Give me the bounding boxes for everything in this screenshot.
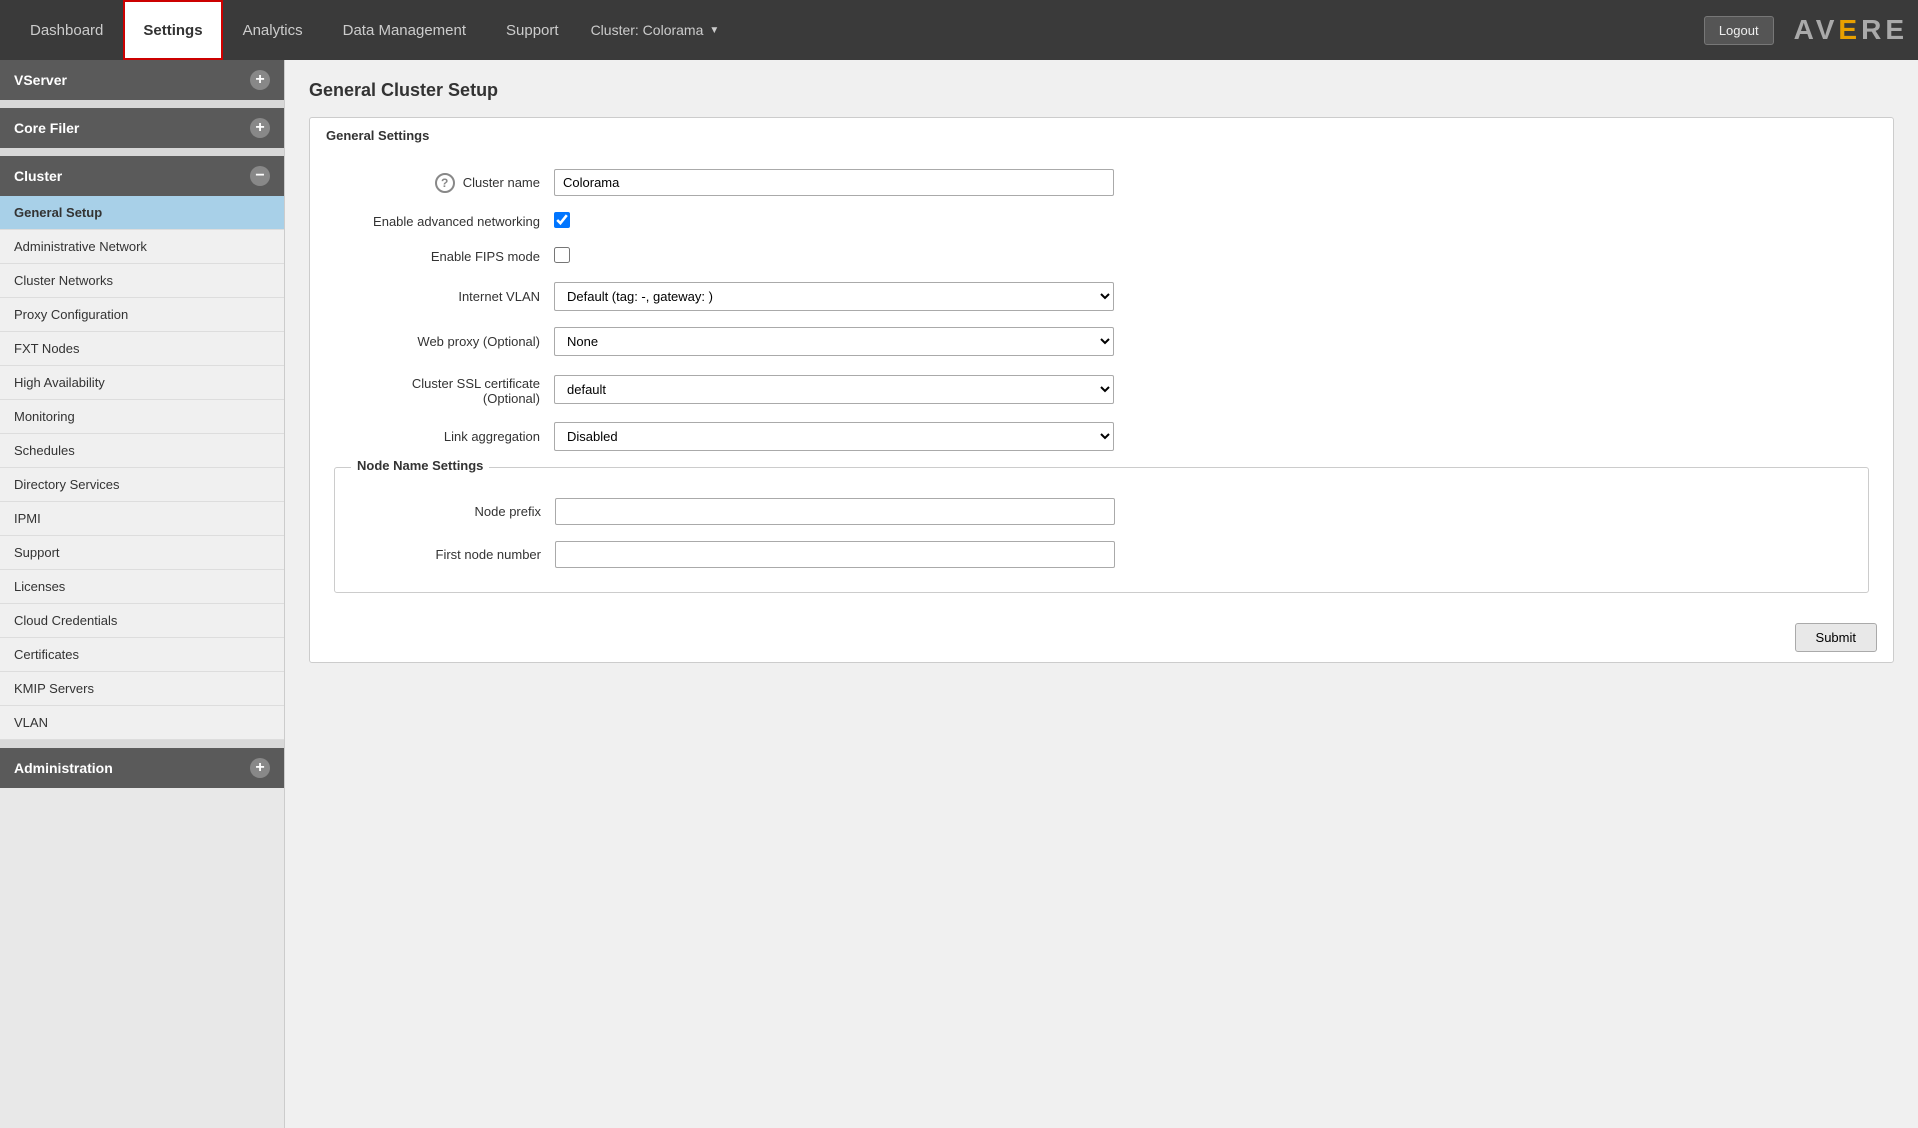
first-node-number-row: First node number — [335, 541, 1868, 568]
vserver-spacer — [0, 100, 284, 108]
link-aggregation-control: Disabled — [554, 422, 1869, 451]
sidebar-item-administrative-network[interactable]: Administrative Network — [0, 230, 284, 264]
enable-fips-mode-row: Enable FIPS mode — [334, 247, 1869, 266]
submit-button[interactable]: Submit — [1795, 623, 1877, 652]
internet-vlan-control: Default (tag: -, gateway: ) — [554, 282, 1869, 311]
sidebar-section-vserver-label: VServer — [14, 72, 67, 88]
cluster-ssl-select[interactable]: default — [554, 375, 1114, 404]
web-proxy-row: Web proxy (Optional) None — [334, 327, 1869, 356]
web-proxy-label: Web proxy (Optional) — [334, 334, 554, 349]
web-proxy-control: None — [554, 327, 1869, 356]
sidebar-item-kmip-servers[interactable]: KMIP Servers — [0, 672, 284, 706]
link-aggregation-label: Link aggregation — [334, 429, 554, 444]
internet-vlan-select[interactable]: Default (tag: -, gateway: ) — [554, 282, 1114, 311]
tab-support[interactable]: Support — [486, 0, 579, 60]
sidebar-item-proxy-configuration[interactable]: Proxy Configuration — [0, 298, 284, 332]
general-settings-panel: General Settings ? Cluster name Enable a… — [309, 117, 1894, 663]
cluster-name-input[interactable] — [554, 169, 1114, 196]
topbar-nav: Dashboard Settings Analytics Data Manage… — [10, 0, 1704, 60]
sidebar-item-ipmi[interactable]: IPMI — [0, 502, 284, 536]
link-aggregation-row: Link aggregation Disabled — [334, 422, 1869, 451]
tab-data-management[interactable]: Data Management — [323, 0, 486, 60]
vserver-expand-icon[interactable]: + — [250, 70, 270, 90]
topbar: Dashboard Settings Analytics Data Manage… — [0, 0, 1918, 60]
web-proxy-select[interactable]: None — [554, 327, 1114, 356]
general-settings-body: ? Cluster name Enable advanced networkin… — [310, 153, 1893, 613]
submit-row: Submit — [310, 613, 1893, 662]
logout-button[interactable]: Logout — [1704, 16, 1774, 45]
sidebar-section-cluster-label: Cluster — [14, 168, 62, 184]
logo-av: AV — [1794, 14, 1839, 46]
tab-dashboard[interactable]: Dashboard — [10, 0, 123, 60]
sidebar-item-schedules[interactable]: Schedules — [0, 434, 284, 468]
sidebar-section-core-filer-label: Core Filer — [14, 120, 79, 136]
cluster-name-row: ? Cluster name — [334, 169, 1869, 196]
tab-analytics[interactable]: Analytics — [223, 0, 323, 60]
cluster-name-control — [554, 169, 1869, 196]
cluster-collapse-icon[interactable]: − — [250, 166, 270, 186]
sidebar-item-licenses[interactable]: Licenses — [0, 570, 284, 604]
cluster-selector-label: Cluster: Colorama — [591, 22, 704, 38]
cluster-name-label: Cluster name — [463, 175, 540, 190]
node-name-section: Node Name Settings Node prefix First nod… — [334, 467, 1869, 593]
cluster-dropdown-arrow: ▼ — [709, 25, 719, 36]
cluster-ssl-control: default — [554, 375, 1869, 404]
enable-fips-mode-checkbox[interactable] — [554, 247, 570, 263]
sidebar-item-support[interactable]: Support — [0, 536, 284, 570]
logo-re: RE — [1861, 14, 1908, 46]
first-node-number-label: First node number — [335, 547, 555, 562]
sidebar-item-cloud-credentials[interactable]: Cloud Credentials — [0, 604, 284, 638]
sidebar-item-certificates[interactable]: Certificates — [0, 638, 284, 672]
enable-advanced-networking-checkbox[interactable] — [554, 212, 570, 228]
core-filer-spacer — [0, 148, 284, 156]
cluster-ssl-label: Cluster SSL certificate (Optional) — [334, 372, 554, 406]
enable-advanced-networking-label: Enable advanced networking — [334, 214, 554, 229]
sidebar-section-vserver[interactable]: VServer + — [0, 60, 284, 100]
sidebar-item-cluster-networks[interactable]: Cluster Networks — [0, 264, 284, 298]
main-layout: VServer + Core Filer + Cluster − General… — [0, 60, 1918, 1128]
general-settings-header: General Settings — [310, 118, 1893, 153]
cluster-ssl-row: Cluster SSL certificate (Optional) defau… — [334, 372, 1869, 406]
first-node-number-control — [555, 541, 1868, 568]
sidebar-section-core-filer[interactable]: Core Filer + — [0, 108, 284, 148]
sidebar-section-cluster[interactable]: Cluster − — [0, 156, 284, 196]
core-filer-expand-icon[interactable]: + — [250, 118, 270, 138]
sidebar-item-high-availability[interactable]: High Availability — [0, 366, 284, 400]
first-node-number-input[interactable] — [555, 541, 1115, 568]
enable-advanced-networking-control — [554, 212, 1869, 231]
sidebar-item-general-setup[interactable]: General Setup — [0, 196, 284, 230]
sidebar-item-directory-services[interactable]: Directory Services — [0, 468, 284, 502]
link-aggregation-select[interactable]: Disabled — [554, 422, 1114, 451]
node-name-section-title: Node Name Settings — [351, 458, 489, 473]
cluster-selector[interactable]: Cluster: Colorama ▼ — [579, 16, 732, 44]
tab-settings[interactable]: Settings — [123, 0, 222, 60]
node-prefix-control — [555, 498, 1868, 525]
cluster-name-label-wrap: ? Cluster name — [334, 173, 554, 193]
cluster-spacer — [0, 740, 284, 748]
sidebar-item-fxt-nodes[interactable]: FXT Nodes — [0, 332, 284, 366]
node-prefix-input[interactable] — [555, 498, 1115, 525]
internet-vlan-label: Internet VLAN — [334, 289, 554, 304]
administration-expand-icon[interactable]: + — [250, 758, 270, 778]
sidebar-section-administration[interactable]: Administration + — [0, 748, 284, 788]
enable-fips-mode-control — [554, 247, 1869, 266]
page-title: General Cluster Setup — [309, 80, 1894, 101]
sidebar-item-vlan[interactable]: VLAN — [0, 706, 284, 740]
sidebar: VServer + Core Filer + Cluster − General… — [0, 60, 285, 1128]
sidebar-section-administration-label: Administration — [14, 760, 113, 776]
node-prefix-label: Node prefix — [335, 504, 555, 519]
cluster-name-help-icon[interactable]: ? — [435, 173, 455, 193]
enable-advanced-networking-row: Enable advanced networking — [334, 212, 1869, 231]
sidebar-item-monitoring[interactable]: Monitoring — [0, 400, 284, 434]
content-area: General Cluster Setup General Settings ?… — [285, 60, 1918, 1128]
logo-e: E — [1838, 14, 1861, 46]
internet-vlan-row: Internet VLAN Default (tag: -, gateway: … — [334, 282, 1869, 311]
node-prefix-row: Node prefix — [335, 498, 1868, 525]
enable-fips-mode-label: Enable FIPS mode — [334, 249, 554, 264]
avere-logo: AVERE — [1794, 14, 1908, 46]
